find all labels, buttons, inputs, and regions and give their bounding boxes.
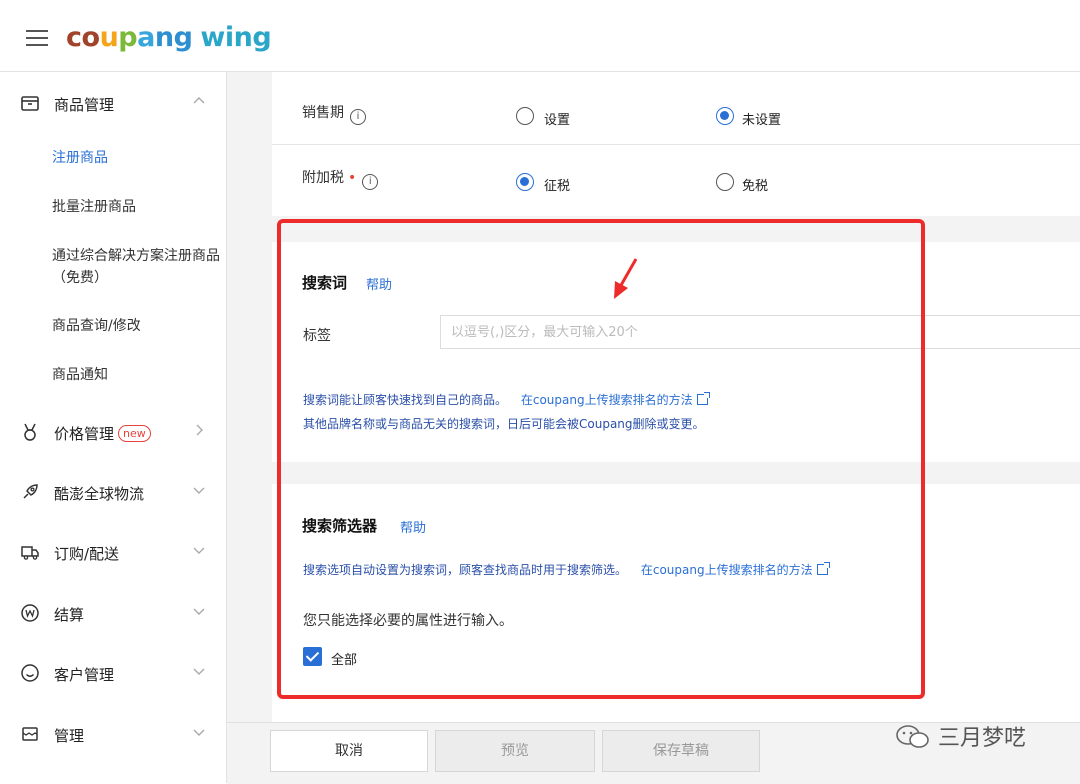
search-ranking-method-link[interactable]: 在coupang上传搜索排名的方法 (641, 562, 830, 577)
red-arrow-icon (614, 258, 638, 299)
sidebar-item-label: 订购/配送 (54, 545, 120, 563)
search-filter-panel (272, 484, 1080, 722)
surtax-option-taxed-label: 征税 (544, 179, 571, 194)
new-badge: new (118, 425, 151, 442)
sidebar-item-customers[interactable]: 客户管理 (0, 653, 227, 693)
sidebar-item-price-management[interactable]: 价格管理 new (0, 412, 227, 452)
chevron-down-icon (193, 668, 205, 675)
required-dot-icon: • (348, 170, 357, 186)
search-filter-title: 搜索筛选器 (302, 517, 378, 535)
chevron-down-icon (193, 729, 205, 736)
rocket-icon (23, 484, 38, 499)
chevron-right-icon (196, 424, 203, 436)
info-icon[interactable]: i (362, 174, 379, 190)
preview-button[interactable]: 预览 (435, 730, 595, 772)
sidebar-item-orders[interactable]: 订购/配送 (0, 532, 227, 572)
external-link-icon (696, 392, 710, 405)
won-coin-icon (21, 604, 39, 622)
sidebar-item-global-logistics[interactable]: 酷澎全球物流 (0, 472, 227, 512)
search-terms-desc-line1: 搜索词能让顾客快速找到自己的商品。 在coupang上传搜索排名的方法 (303, 391, 710, 408)
sidebar-sub-solution-register-free[interactable]: （免费） (52, 267, 108, 289)
surtax-radio-exempt[interactable] (716, 173, 734, 191)
search-terms-title: 搜索词 (302, 274, 348, 292)
chevron-up-icon (193, 97, 205, 104)
sidebar-item-product-management[interactable]: 商品管理 (0, 83, 227, 123)
coupang-wing-logo[interactable]: coupang wing (66, 22, 272, 53)
chevron-down-icon (193, 547, 205, 554)
smile-icon (21, 664, 39, 682)
surtax-option-exempt-label: 免税 (742, 179, 769, 194)
sidebar-sub-solution-register[interactable]: 通过综合解决方案注册商品 (52, 245, 220, 267)
row-divider (272, 144, 1080, 145)
wechat-watermark: 三月梦呓 (895, 720, 1026, 752)
chevron-down-icon (193, 487, 205, 494)
sidebar-sub-register-product[interactable]: 注册商品 (52, 147, 108, 169)
sales-period-radio-set[interactable] (516, 107, 534, 125)
info-icon[interactable]: i (350, 109, 366, 125)
surtax-radio-taxed[interactable] (516, 173, 534, 191)
external-link-icon (816, 562, 830, 575)
box-icon (21, 96, 39, 111)
tag-label: 标签 (303, 328, 331, 344)
sales-period-radio-unset[interactable] (716, 107, 734, 125)
hamburger-menu-icon[interactable] (26, 30, 48, 46)
sidebar-item-label: 管理 (54, 727, 85, 745)
chevron-down-icon (193, 608, 205, 615)
search-filter-desc: 搜索选项自动设置为搜索词，顾客查找商品时用于搜索筛选。 在coupang上传搜索… (303, 561, 830, 578)
sidebar-item-management[interactable]: 管理 (0, 714, 227, 754)
sales-period-label: 销售期 i (302, 102, 366, 125)
truck-icon (21, 546, 39, 560)
save-draft-button[interactable]: 保存草稿 (602, 730, 760, 772)
top-header: coupang wing (0, 0, 1080, 72)
store-icon (22, 727, 38, 741)
sidebar-item-settlement[interactable]: 结算 (0, 593, 227, 633)
surtax-label: 附加税 • i (302, 167, 379, 190)
medal-icon (24, 423, 36, 441)
search-ranking-method-link[interactable]: 在coupang上传搜索排名的方法 (521, 392, 710, 407)
search-terms-desc-line2: 其他品牌名称或与商品无关的搜索词，日后可能会被Coupang删除或变更。 (303, 417, 705, 431)
sidebar: 商品管理 注册商品 批量注册商品 通过综合解决方案注册商品 （免费） 商品查询/… (0, 72, 227, 783)
sidebar-item-label: 酷澎全球物流 (54, 485, 145, 503)
wechat-icon (896, 725, 929, 748)
sidebar-sub-product-notice[interactable]: 商品通知 (52, 364, 108, 386)
search-terms-help-link[interactable]: 帮助 (366, 274, 392, 293)
cancel-button[interactable]: 取消 (270, 730, 428, 772)
search-filter-help-link[interactable]: 帮助 (400, 517, 426, 536)
sidebar-item-label: 价格管理 (54, 425, 115, 443)
sidebar-sub-bulk-register[interactable]: 批量注册商品 (52, 196, 136, 218)
search-filter-note: 您只能选择必要的属性进行输入。 (303, 613, 513, 629)
sidebar-item-label: 结算 (54, 606, 85, 624)
all-attributes-checkbox[interactable] (303, 647, 322, 666)
tag-input[interactable] (440, 315, 1080, 349)
sidebar-item-label: 商品管理 (54, 96, 115, 114)
sales-period-option-set-label: 设置 (544, 113, 571, 128)
sidebar-item-label: 客户管理 (54, 666, 115, 684)
sales-period-option-unset-label: 未设置 (742, 113, 782, 128)
sidebar-sub-product-query[interactable]: 商品查询/修改 (52, 315, 141, 337)
all-attributes-label: 全部 (331, 653, 358, 668)
